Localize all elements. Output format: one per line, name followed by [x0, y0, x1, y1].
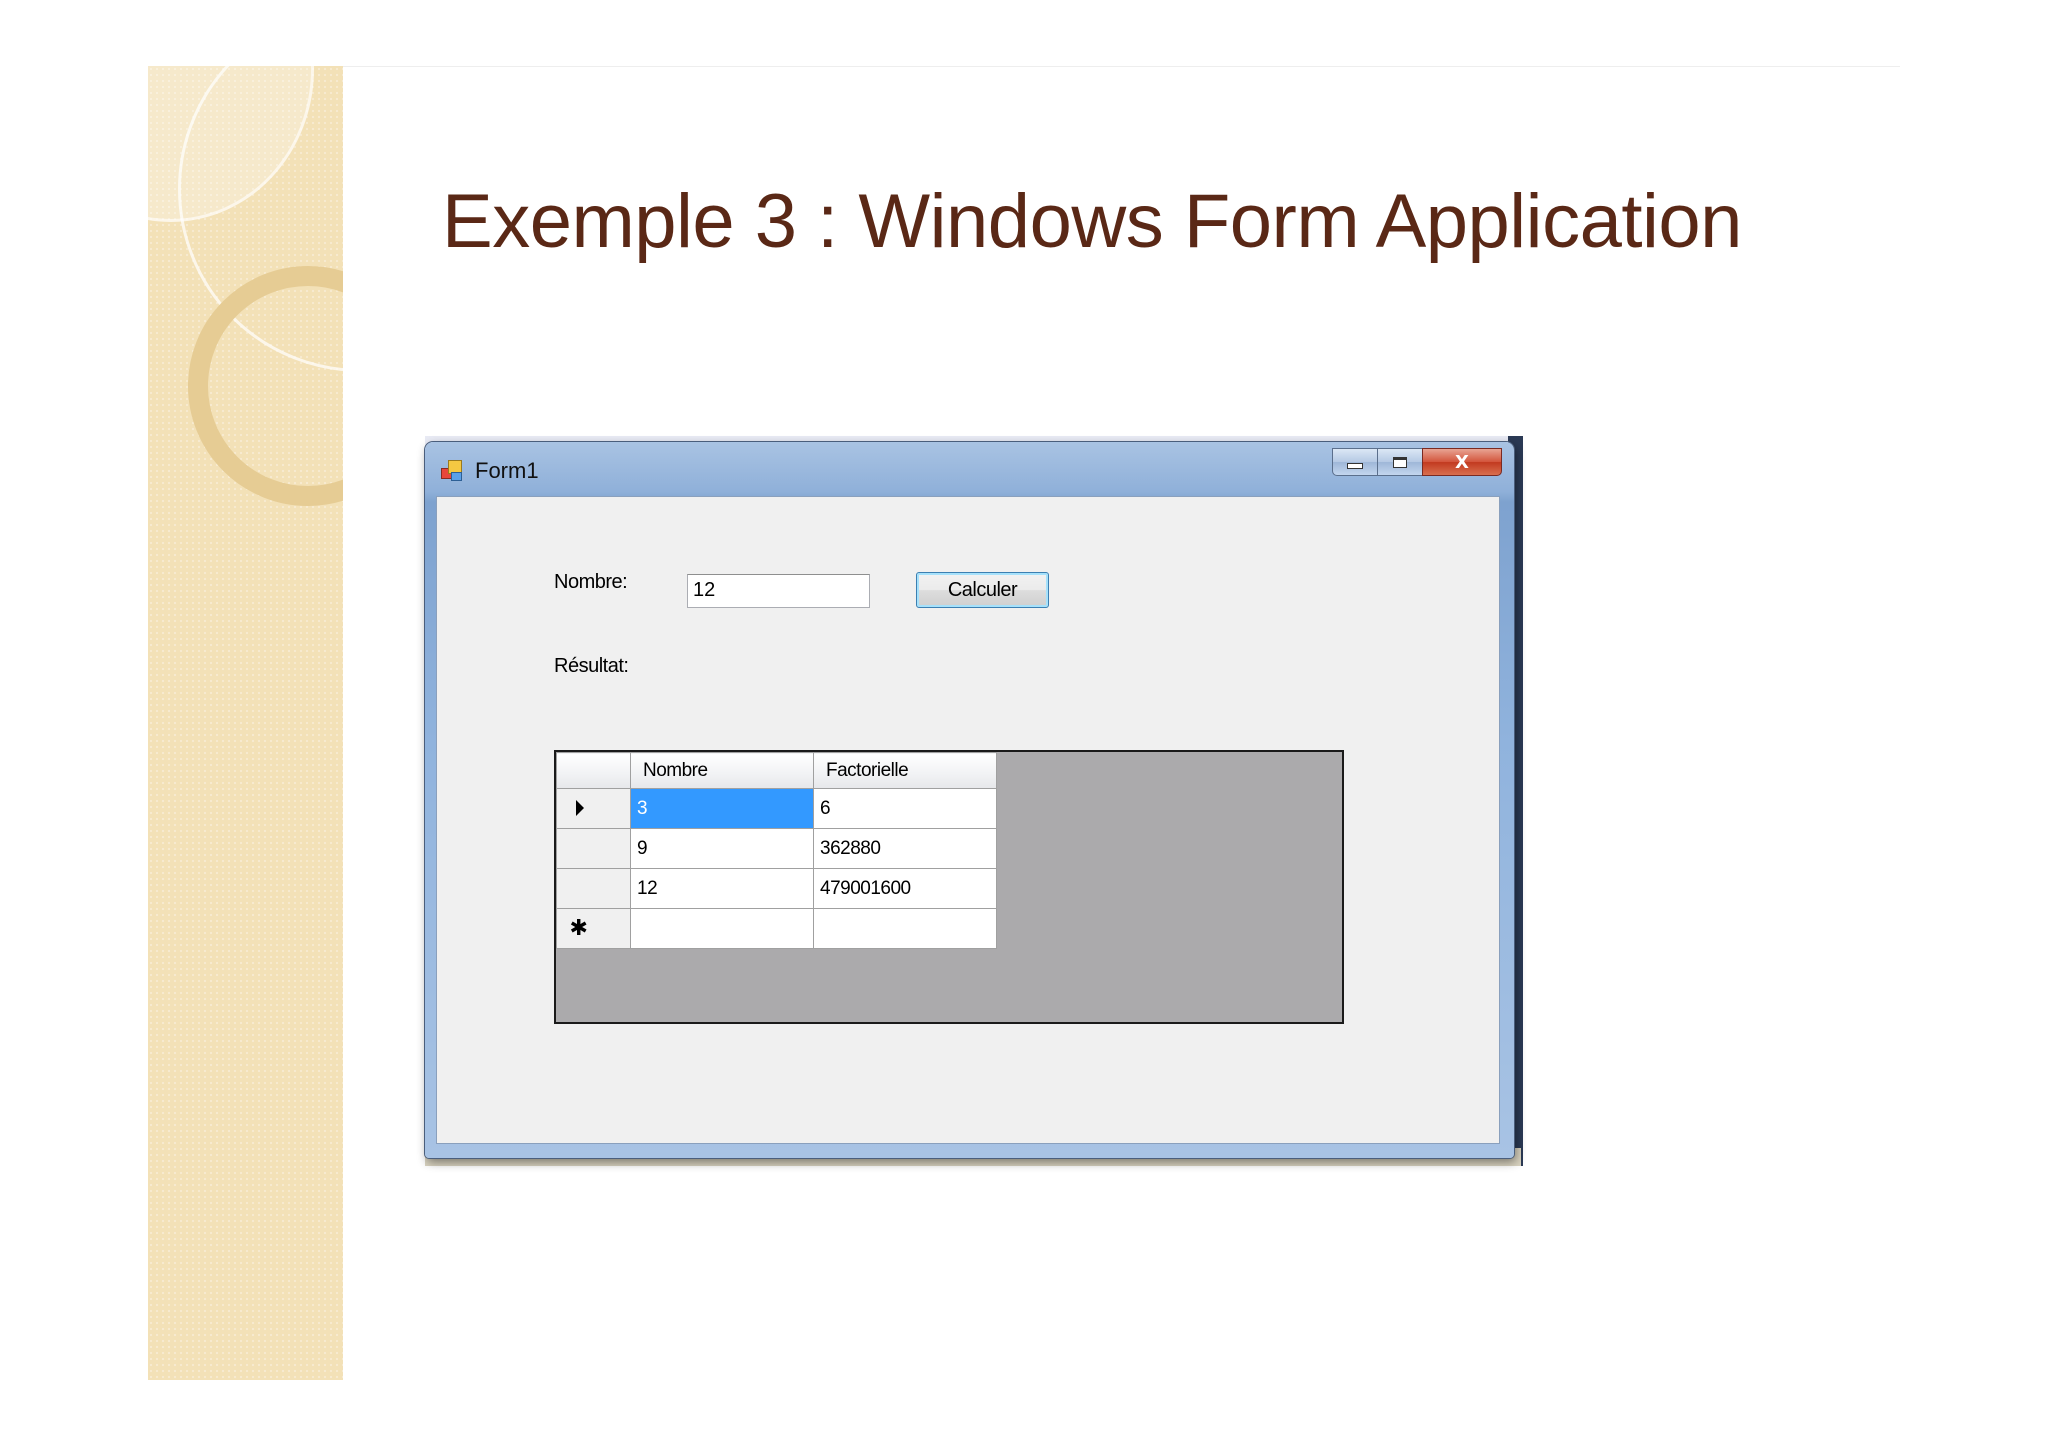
close-button[interactable]: X: [1422, 448, 1502, 476]
cell-nombre[interactable]: [630, 908, 814, 949]
table-row[interactable]: 3 6: [556, 788, 997, 829]
current-row-arrow-icon: [575, 800, 584, 817]
table-row[interactable]: 9 362880: [556, 828, 997, 869]
cell-factorielle[interactable]: 479001600: [813, 868, 997, 909]
cell-nombre[interactable]: 12: [630, 868, 814, 909]
calculer-button[interactable]: Calculer: [916, 572, 1049, 608]
cell-factorielle[interactable]: [813, 908, 997, 949]
results-datagridview[interactable]: Nombre Factorielle 3 6 9 362880 12 47900…: [554, 750, 1344, 1024]
grid-corner-header[interactable]: [556, 752, 631, 789]
row-header[interactable]: [556, 788, 631, 829]
resultat-label: Résultat:: [554, 655, 629, 677]
new-row[interactable]: ✱: [556, 908, 997, 949]
caption-buttons: X: [1332, 448, 1502, 476]
form1-window: Form1 X Nombre: 12 Calculer Résultat: No…: [425, 442, 1514, 1158]
nombre-label: Nombre:: [554, 571, 628, 593]
cell-factorielle[interactable]: 6: [813, 788, 997, 829]
table-row[interactable]: 12 479001600: [556, 868, 997, 909]
row-header[interactable]: [556, 828, 631, 869]
form-client-area: Nombre: 12 Calculer Résultat: Nombre Fac…: [436, 496, 1500, 1144]
new-row-star-icon: ✱: [569, 916, 588, 941]
window-titlebar[interactable]: Form1 X: [425, 442, 1514, 496]
maximize-icon: [1393, 456, 1407, 468]
slide-title: Exemple 3 : Windows Form Application: [442, 179, 1742, 264]
row-header[interactable]: [556, 868, 631, 909]
column-header-factorielle[interactable]: Factorielle: [813, 752, 997, 789]
slide-decor-band: [148, 66, 343, 1380]
window-title: Form1: [475, 458, 539, 483]
cell-nombre[interactable]: 3: [630, 788, 814, 829]
cell-factorielle[interactable]: 362880: [813, 828, 997, 869]
close-icon: X: [1455, 451, 1469, 473]
nombre-input[interactable]: 12: [687, 574, 870, 608]
decor-ring: [188, 266, 343, 506]
column-header-nombre[interactable]: Nombre: [630, 752, 814, 789]
form-app-icon[interactable]: [441, 460, 463, 481]
maximize-button[interactable]: [1377, 448, 1423, 476]
minimize-button[interactable]: [1332, 448, 1378, 476]
minimize-icon: [1347, 463, 1363, 469]
cell-nombre[interactable]: 9: [630, 828, 814, 869]
row-header[interactable]: ✱: [556, 908, 631, 949]
